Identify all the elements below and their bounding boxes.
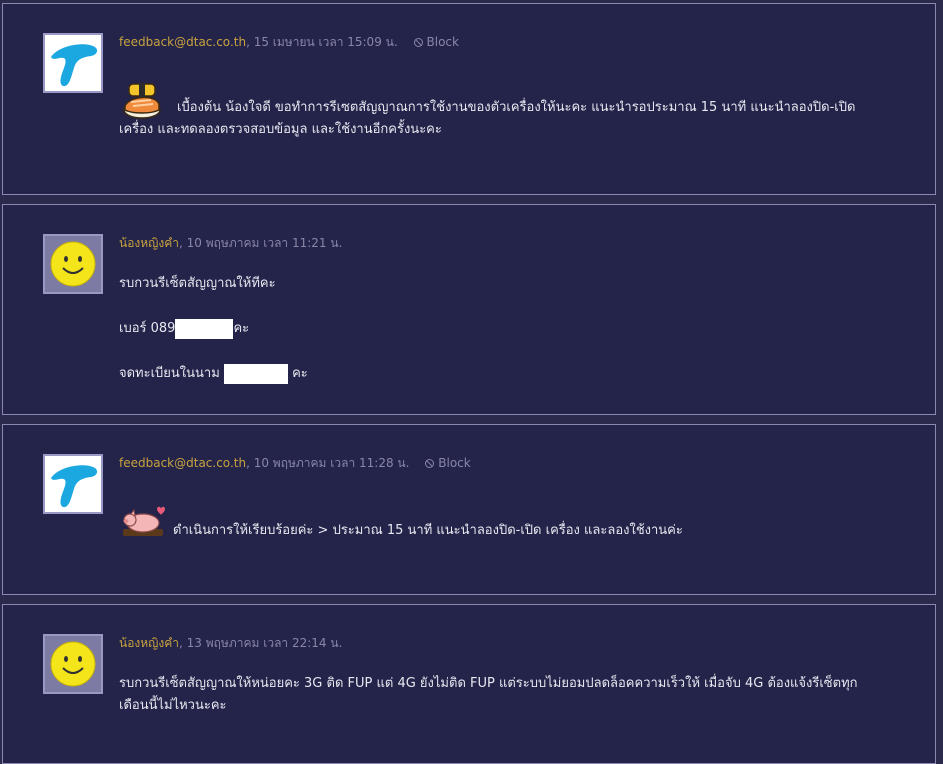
comment-post: น้องหญิงคำ, 13 พฤษภาคม เวลา 22:14 น. รบก…: [2, 604, 936, 764]
comment-meta: น้องหญิงคำ, 13 พฤษภาคม เวลา 22:14 น.: [119, 634, 342, 653]
avatar[interactable]: [43, 234, 103, 294]
avatar[interactable]: [43, 454, 103, 514]
comment-meta: น้องหญิงคำ, 10 พฤษภาคม เวลา 11:21 น.: [119, 234, 342, 253]
post-date: , 13 พฤษภาคม เวลา 22:14 น.: [179, 636, 343, 650]
comment-line: รบกวนรีเซ็ตสัญญาณให้ทีคะ: [119, 276, 276, 291]
dtac-logo-icon: [51, 44, 98, 87]
post-date: , 15 เมษายน เวลา 15:09 น.: [246, 35, 398, 49]
block-label: Block: [426, 35, 459, 49]
smiley-face-icon: [50, 641, 96, 687]
ban-icon: [425, 459, 435, 468]
comment-line: เดือนนี้ไม่ไหวนะคะ: [119, 698, 227, 713]
comment-line: รบกวนรีเซ็ตสัญญาณให้หน่อยคะ 3G ติด FUP แ…: [119, 676, 858, 691]
phone-suffix: คะ: [233, 321, 250, 336]
register-suffix: คะ: [287, 366, 308, 381]
author-link[interactable]: feedback@dtac.co.th: [119, 456, 246, 470]
ban-icon: [413, 38, 423, 47]
block-label: Block: [438, 456, 471, 470]
author-link[interactable]: น้องหญิงคำ: [119, 236, 179, 250]
comment-meta: feedback@dtac.co.th, 10 พฤษภาคม เวลา 11:…: [119, 454, 471, 473]
comment-line: เบอร์ 089 คะ: [119, 318, 249, 340]
block-button[interactable]: Block: [425, 456, 471, 470]
author-link[interactable]: น้องหญิงคำ: [119, 636, 179, 650]
avatar[interactable]: [43, 634, 103, 694]
avatar[interactable]: [43, 33, 103, 93]
author-link[interactable]: feedback@dtac.co.th: [119, 35, 246, 49]
phone-prefix: เบอร์ 089: [119, 321, 176, 336]
comment-post: feedback@dtac.co.th, 10 พฤษภาคม เวลา 11:…: [2, 424, 936, 595]
post-date: , 10 พฤษภาคม เวลา 11:28 น.: [246, 456, 410, 470]
redacted-box: [223, 363, 288, 384]
comment-post: น้องหญิงคำ, 10 พฤษภาคม เวลา 11:21 น. รบก…: [2, 204, 936, 415]
register-prefix: จดทะเบียนในนาม: [119, 366, 224, 381]
post-date: , 10 พฤษภาคม เวลา 11:21 น.: [179, 236, 343, 250]
dtac-logo-icon: [51, 465, 98, 508]
comment-meta: feedback@dtac.co.th, 15 เมษายน เวลา 15:0…: [119, 33, 459, 52]
redacted-box: [175, 318, 234, 339]
comment-post: feedback@dtac.co.th, 15 เมษายน เวลา 15:0…: [2, 3, 936, 195]
comment-line: เบื้องต้น น้องใจดี ขอทำการรีเซตสัญญาณการ…: [177, 100, 856, 115]
smiley-face-icon: [50, 241, 96, 287]
comment-line: ดำเนินการให้เรียบร้อยค่ะ > ประมาณ 15 นาท…: [173, 523, 683, 538]
block-button[interactable]: Block: [413, 35, 459, 49]
comment-line: เครื่อง และทดลองตรวจสอบข้อมูล และใช้งานอ…: [119, 122, 442, 137]
comment-line: จดทะเบียนในนาม 1 คะ: [119, 363, 308, 385]
comment-body: เบื้องต้น น้องใจดี ขอทำการรีเซตสัญญาณการ…: [119, 97, 855, 141]
comment-body: รบกวนรีเซ็ตสัญญาณให้หน่อยคะ 3G ติด FUP แ…: [119, 673, 858, 717]
